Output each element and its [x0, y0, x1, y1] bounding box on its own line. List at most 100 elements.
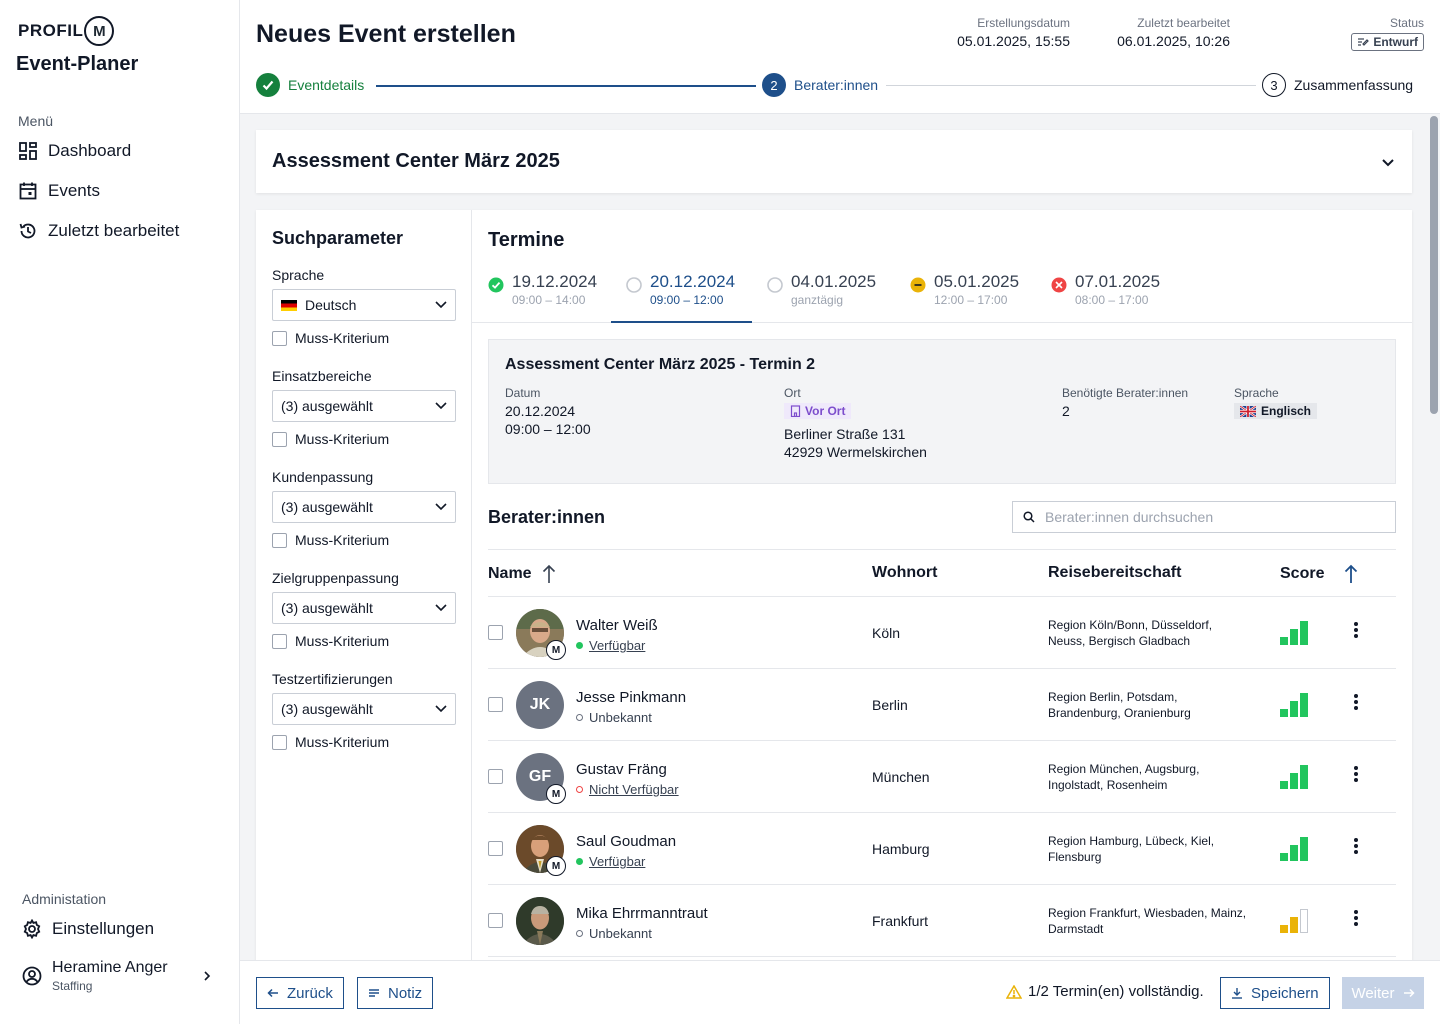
chevron-down-icon — [435, 705, 447, 713]
th-reise[interactable]: Reisebereitschaft — [1048, 564, 1181, 582]
more-vertical-icon[interactable] — [1354, 765, 1358, 783]
column-label: Score — [1280, 565, 1325, 582]
back-label: Zurück — [287, 984, 333, 1002]
sidebar-item-recent[interactable]: Zuletzt bearbeitet — [18, 221, 179, 241]
berater-title: Berater:innen — [488, 507, 606, 527]
must-criterion-row[interactable]: Muss-Kriterium — [272, 431, 455, 447]
app-name: Event-Planer — [16, 53, 139, 75]
user-name: Heramine Anger — [52, 959, 168, 976]
tab-date: 07.01.2025 — [1075, 272, 1161, 291]
must-criterion-row[interactable]: Muss-Kriterium — [272, 532, 455, 548]
score-bar — [1290, 629, 1298, 645]
must-criterion-checkbox[interactable] — [272, 330, 287, 346]
kundenpassung-select[interactable]: (3) ausgewählt — [272, 491, 456, 523]
row-checkbox[interactable] — [488, 769, 503, 784]
scrollbar-thumb[interactable] — [1430, 116, 1438, 414]
must-criterion-row[interactable]: Muss-Kriterium — [272, 633, 455, 649]
status-link[interactable]: Verfügbar — [589, 854, 645, 869]
flag-de-icon — [281, 300, 297, 311]
sort-asc-icon[interactable] — [542, 564, 556, 584]
more-vertical-icon[interactable] — [1354, 693, 1358, 711]
must-criterion-checkbox[interactable] — [272, 734, 287, 750]
tab-termin-3[interactable]: 04.01.2025 ganztägig — [767, 268, 876, 323]
error-circle-icon — [1051, 277, 1067, 293]
must-criterion-checkbox[interactable] — [272, 633, 287, 649]
event-card[interactable]: Assessment Center März 2025 — [256, 130, 1412, 193]
settings-label: Einstellungen — [52, 919, 155, 938]
row-checkbox[interactable] — [488, 841, 503, 856]
sort-asc-icon[interactable] — [1344, 564, 1358, 584]
more-vertical-icon[interactable] — [1354, 621, 1358, 639]
chevron-down-icon[interactable] — [1380, 154, 1396, 170]
next-button[interactable]: Weiter — [1342, 977, 1424, 1009]
row-checkbox[interactable] — [488, 697, 503, 712]
must-criterion-checkbox[interactable] — [272, 532, 287, 548]
termin-detail-box: Assessment Center März 2025 - Termin 2 D… — [488, 339, 1396, 484]
tab-date: 19.12.2024 — [512, 272, 598, 291]
brand-logo[interactable]: PROFIL M — [18, 16, 115, 46]
tab-termin-4[interactable]: 05.01.2025 12:00 – 17:00 — [910, 268, 1019, 323]
sidebar-item-events[interactable]: Events — [18, 181, 100, 201]
table-row[interactable]: M Saul Goudman Verfügbar Hamburg Region … — [488, 813, 1396, 885]
footer-bar: Zurück Notiz 1/2 Termin(en) vollständig.… — [240, 960, 1440, 1024]
step-label: Eventdetails — [288, 77, 365, 93]
zielgruppenpassung-select[interactable]: (3) ausgewählt — [272, 592, 456, 624]
date-label: Datum — [505, 386, 541, 400]
status-badge: Entwurf — [1351, 33, 1424, 51]
score-bar — [1300, 909, 1308, 933]
person-status: Verfügbar — [576, 638, 645, 653]
status-link[interactable]: Verfügbar — [589, 638, 645, 653]
select-value: (3) ausgewählt — [281, 600, 373, 616]
row-checkbox[interactable] — [488, 625, 503, 640]
einsatzbereiche-select[interactable]: (3) ausgewählt — [272, 390, 456, 422]
termine-tabs: 19.12.2024 09:00 – 14:00 20.12.2024 09:00 … — [472, 268, 1412, 323]
person-name: Mika Ehrrmanntraut — [576, 905, 708, 922]
table-row[interactable]: Mika Ehrrmanntraut Unbekannt Frankfurt R… — [488, 885, 1396, 957]
berater-search[interactable] — [1012, 501, 1396, 533]
th-wohnort[interactable]: Wohnort — [872, 564, 937, 582]
tab-termin-5[interactable]: 07.01.2025 08:00 – 17:00 — [1051, 268, 1160, 323]
step-connector-todo — [886, 85, 1266, 86]
must-criterion-checkbox[interactable] — [272, 431, 287, 447]
status-dot — [576, 858, 583, 865]
needed-value: 2 — [1062, 403, 1070, 419]
back-button[interactable]: Zurück — [256, 977, 344, 1009]
filter-label: Einsatzbereiche — [272, 368, 372, 384]
must-criterion-row[interactable]: Muss-Kriterium — [272, 734, 455, 750]
menu-label: Menü — [18, 113, 54, 129]
table-row[interactable]: JK Jesse Pinkmann Unbekannt Berlin Regio… — [488, 669, 1396, 741]
score-bar — [1280, 637, 1288, 645]
table-row[interactable]: GF M Gustav Fräng Nicht Verfügbar Münche… — [488, 741, 1396, 813]
th-name[interactable]: Name — [488, 564, 556, 584]
step-berater[interactable]: 2 Berater:innen — [756, 73, 885, 97]
status-dot — [576, 930, 583, 937]
filter-kundenpassung: Kundenpassung (3) ausgewählt Muss-Kriter… — [272, 469, 456, 548]
completion-warning: 1/2 Termin(en) vollständig. — [1006, 983, 1204, 1000]
berater-search-input[interactable] — [1045, 509, 1375, 525]
termin-lang-col: Sprache Englisch — [1234, 386, 1318, 420]
more-vertical-icon[interactable] — [1354, 837, 1358, 855]
step-eventdetails[interactable]: Eventdetails — [256, 73, 371, 97]
user-menu[interactable]: Heramine Anger Staffing — [22, 959, 212, 993]
sidebar-item-settings[interactable]: Einstellungen — [22, 919, 154, 939]
step-zusammenfassung[interactable]: 3 Zusammenfassung — [1256, 73, 1414, 97]
reise-cell: Region Köln/Bonn, Düsseldorf, Neuss, Ber… — [1048, 618, 1213, 648]
person-status: Unbekannt — [576, 710, 652, 725]
must-criterion-row[interactable]: Muss-Kriterium — [272, 330, 455, 346]
score-bar — [1280, 781, 1288, 789]
note-button[interactable]: Notiz — [357, 977, 434, 1009]
status-link[interactable]: Nicht Verfügbar — [589, 782, 679, 797]
more-vertical-icon[interactable] — [1354, 909, 1358, 927]
tab-termin-1[interactable]: 19.12.2024 09:00 – 14:00 — [488, 268, 597, 323]
edited-meta: Zuletzt bearbeitet 06.01.2025, 10:26 — [1117, 16, 1230, 49]
tab-time: ganztägig — [791, 293, 844, 307]
tab-termin-2[interactable]: 20.12.2024 09:00 – 12:00 — [626, 268, 735, 323]
save-button[interactable]: Speichern — [1220, 977, 1330, 1009]
th-score[interactable]: Score — [1280, 564, 1358, 584]
logo-letter: M — [84, 16, 115, 46]
sidebar-item-dashboard[interactable]: Dashboard — [18, 141, 131, 161]
language-select[interactable]: Deutsch — [272, 289, 456, 321]
table-row[interactable]: M Walter Weiß Verfügbar Köln Region Köln… — [488, 597, 1396, 669]
row-checkbox[interactable] — [488, 913, 503, 928]
testzertifizierungen-select[interactable]: (3) ausgewählt — [272, 693, 456, 725]
